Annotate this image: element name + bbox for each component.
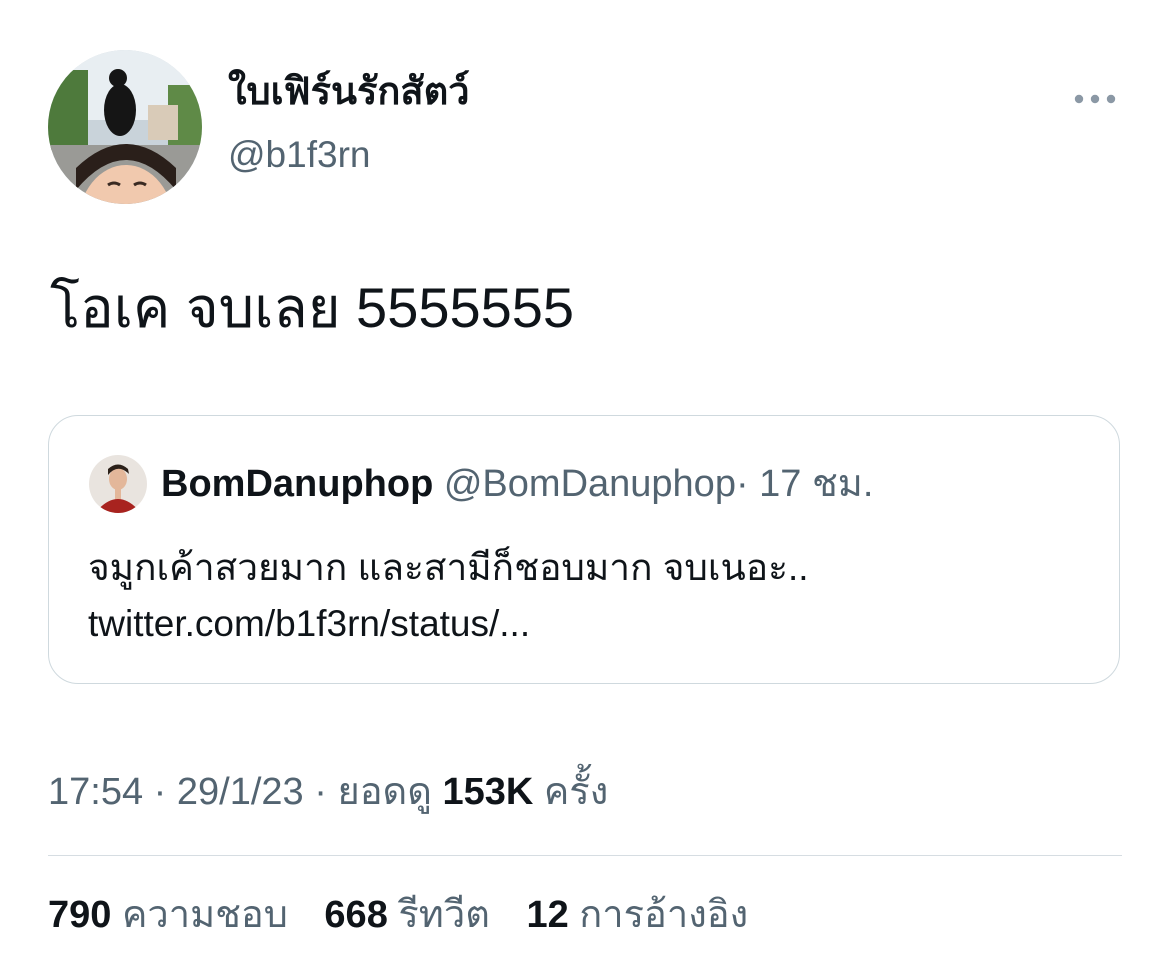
quoted-author-avatar[interactable] bbox=[89, 455, 147, 513]
author-avatar[interactable] bbox=[48, 50, 202, 204]
more-options-button[interactable] bbox=[1070, 86, 1120, 112]
quoted-link-text: twitter.com/b1f3rn/status/... bbox=[88, 603, 531, 644]
meta-separator: · bbox=[153, 771, 167, 813]
quoted-tweet-time[interactable]: 17 ชม. bbox=[759, 463, 873, 505]
quotes-count: 12 bbox=[526, 894, 569, 936]
retweets-stat[interactable]: 668 รีทวีต bbox=[324, 890, 489, 940]
likes-label: ความชอบ bbox=[121, 894, 288, 936]
views-prefix: ยอดดู bbox=[337, 771, 432, 813]
quoted-author-name[interactable]: BomDanuphop bbox=[161, 463, 433, 505]
more-horizontal-icon bbox=[1074, 94, 1116, 104]
likes-stat[interactable]: 790 ความชอบ bbox=[48, 890, 288, 940]
divider bbox=[48, 855, 1122, 856]
quotes-label: การอ้างอิง bbox=[579, 894, 749, 936]
author-handle[interactable]: @b1f3rn bbox=[228, 132, 370, 178]
likes-count: 790 bbox=[48, 894, 112, 936]
retweets-label: รีทวีต bbox=[398, 894, 490, 936]
views-count: 153K bbox=[442, 771, 534, 813]
meta-separator: · bbox=[314, 771, 327, 813]
quoted-tweet-text: จมูกเค้าสวยมาก และสามีก็ชอบมาก จบเนอะ.. … bbox=[88, 540, 809, 652]
retweets-count: 668 bbox=[324, 894, 388, 936]
quotes-stat[interactable]: 12 การอ้างอิง bbox=[526, 890, 748, 940]
tweet-stats: 790 ความชอบ 668 รีทวีต 12 การอ้างอิง bbox=[48, 890, 774, 940]
author-display-name[interactable]: ใบเฟิร์นรักสัตว์ bbox=[228, 68, 470, 116]
quoted-text-line: จมูกเค้าสวยมาก และสามีก็ชอบมาก จบเนอะ.. bbox=[88, 547, 809, 588]
tweet-date[interactable]: 29/1/23 bbox=[177, 771, 304, 813]
views-suffix: ครั้ง bbox=[543, 771, 609, 813]
tweet-text: โอเค จบเลย 5555555 bbox=[50, 276, 575, 339]
header-separator: · bbox=[735, 463, 749, 505]
tweet-meta: 17:54 · 29/1/23 · ยอดดู 153K ครั้ง bbox=[48, 767, 608, 817]
quoted-tweet-header: BomDanuphop @BomDanuphop· 17 ชม. bbox=[161, 460, 873, 508]
quoted-tweet-card[interactable]: BomDanuphop @BomDanuphop· 17 ชม. จมูกเค้… bbox=[48, 415, 1120, 684]
quoted-author-handle[interactable]: @BomDanuphop bbox=[444, 463, 736, 505]
tweet-time[interactable]: 17:54 bbox=[48, 771, 143, 813]
